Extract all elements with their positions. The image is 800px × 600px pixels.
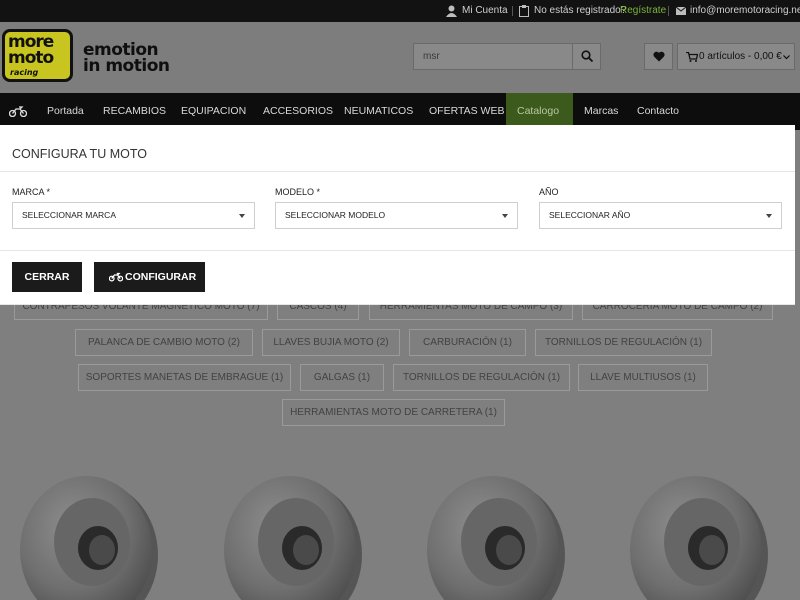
flywheel-weight-image <box>224 476 362 600</box>
search-icon <box>581 50 593 62</box>
ano-label: AÑO <box>539 187 559 197</box>
category-tag[interactable]: CARBURACIÓN (1) <box>409 329 526 356</box>
configure-button-label: CONFIGURAR <box>125 271 197 283</box>
chevron-down-icon <box>502 214 508 218</box>
slogan: emotion in motion <box>83 42 170 76</box>
cart-button[interactable]: 0 artículos - 0,00 € <box>677 43 795 70</box>
category-tag[interactable]: LLAVES BUJIA MOTO (2) <box>262 329 400 356</box>
search-box[interactable]: msr <box>413 43 601 70</box>
modal-title: CONFIGURA TU MOTO <box>12 147 147 161</box>
chevron-down-icon <box>783 55 790 60</box>
category-tag[interactable]: GALGAS (1) <box>300 364 384 391</box>
search-button[interactable] <box>572 44 600 69</box>
logo-text-line3: racing <box>10 68 39 77</box>
wishlist-button[interactable] <box>644 43 673 70</box>
product-image[interactable] <box>628 460 773 600</box>
register-link[interactable]: Regístrate <box>620 0 666 22</box>
site-logo[interactable]: more moto racing <box>2 29 73 82</box>
close-button[interactable]: CERRAR <box>12 262 82 292</box>
divider <box>0 250 795 251</box>
heart-icon <box>653 51 665 62</box>
motorbike-icon[interactable] <box>9 106 27 117</box>
site-header: more moto racing emotion in motion msr 0… <box>0 22 800 93</box>
clipboard-icon <box>519 5 529 17</box>
motorbike-icon <box>109 272 123 282</box>
flywheel-weight-image <box>630 476 768 600</box>
divider <box>0 171 795 172</box>
configure-button[interactable]: CONFIGURAR <box>94 262 205 292</box>
category-tag[interactable]: TORNILLOS DE REGULACIÓN (1) <box>535 329 712 356</box>
flywheel-weight-image <box>20 476 158 600</box>
marca-select-value: SELECCIONAR MARCA <box>22 210 116 220</box>
chevron-down-icon <box>239 214 245 218</box>
ano-select-value: SELECCIONAR AÑO <box>549 210 631 220</box>
email-link[interactable]: info@moremotoracing.net <box>690 0 800 22</box>
logo-text-line2: moto <box>8 48 54 68</box>
flywheel-weight-image <box>427 476 565 600</box>
mail-icon <box>676 7 686 15</box>
product-image[interactable] <box>222 460 367 600</box>
modelo-select-value: SELECCIONAR MODELO <box>285 210 386 220</box>
category-tag[interactable]: PALANCA DE CAMBIO MOTO (2) <box>75 329 253 356</box>
my-account-link[interactable]: Mi Cuenta <box>462 0 508 22</box>
not-registered-text: No estás registrado? <box>534 5 627 16</box>
category-tag[interactable]: HERRAMIENTAS MOTO DE CARRETERA (1) <box>282 399 505 426</box>
ano-select[interactable]: SELECCIONAR AÑO <box>539 202 782 229</box>
modelo-label: MODELO * <box>275 187 321 197</box>
divider <box>512 6 513 16</box>
product-image[interactable] <box>425 460 570 600</box>
slogan-line2: in motion <box>83 56 170 76</box>
category-tag[interactable]: LLAVE MULTIUSOS (1) <box>578 364 708 391</box>
cart-summary: 0 artículos - 0,00 € <box>699 51 782 62</box>
search-input[interactable]: msr <box>423 44 440 69</box>
category-tag[interactable]: TORNILLOS DE REGULACIÓN (1) <box>393 364 570 391</box>
top-utility-bar: Mi Cuenta No estás registrado? Regístrat… <box>0 0 800 22</box>
modelo-select[interactable]: SELECCIONAR MODELO <box>275 202 518 229</box>
chevron-down-icon <box>766 214 772 218</box>
marca-select[interactable]: SELECCIONAR MARCA <box>12 202 255 229</box>
category-tag[interactable]: SOPORTES MANETAS DE EMBRAGUE (1) <box>78 364 291 391</box>
divider <box>668 6 669 16</box>
product-image[interactable] <box>18 460 163 600</box>
marca-label: MARCA * <box>12 187 51 197</box>
user-icon <box>446 5 457 17</box>
cart-icon <box>686 52 698 62</box>
configure-bike-modal: CONFIGURA TU MOTO MARCA * SELECCIONAR MA… <box>0 125 795 305</box>
